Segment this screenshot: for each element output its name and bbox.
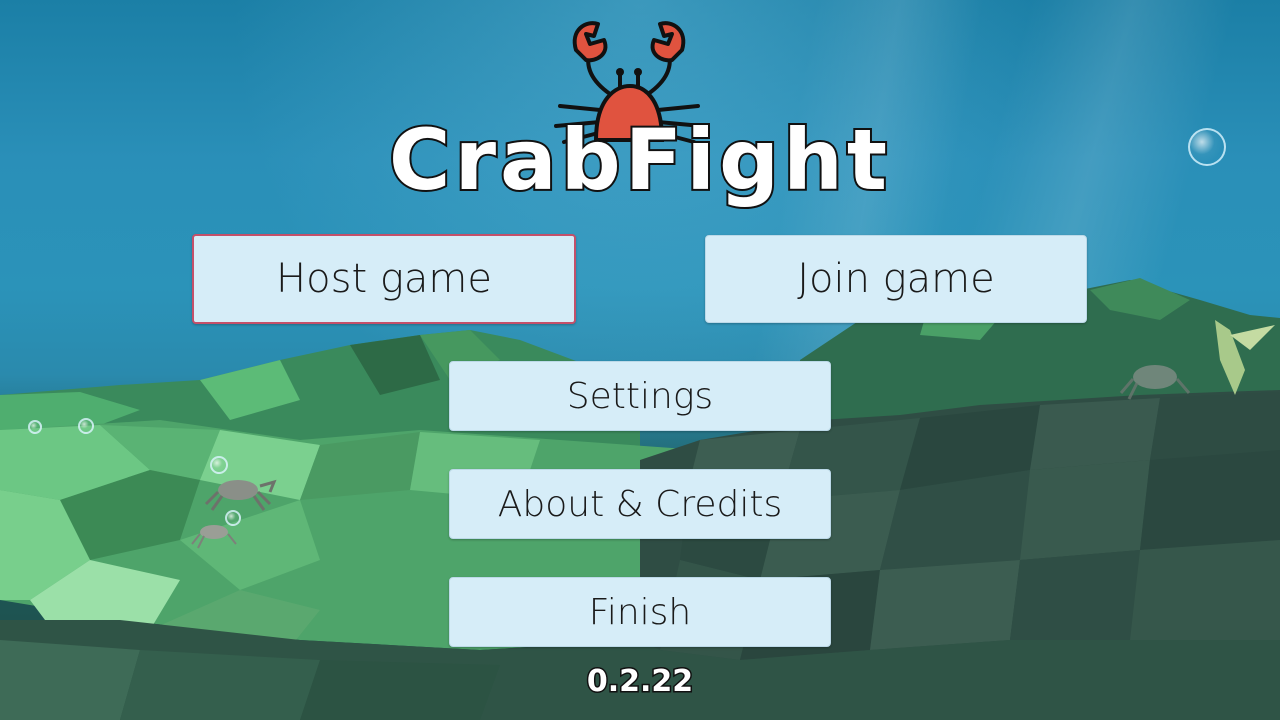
bubble-icon [78,418,94,434]
bubble-icon [210,456,228,474]
bubble-icon [28,420,42,434]
bubble-icon [225,510,241,526]
settings-button[interactable]: Settings [449,361,831,431]
game-title: CrabFight [387,109,892,211]
finish-button[interactable]: Finish [449,577,831,647]
join-game-button[interactable]: Join game [705,235,1087,323]
bubble-icon [1188,128,1226,166]
version-label: 0.2.22 [585,663,694,701]
crab-creature-icon [204,479,277,511]
about-credits-button[interactable]: About & Credits [449,469,831,539]
crab-creature-icon [1119,365,1191,400]
game-logo: CrabFight [380,10,900,220]
game-main-menu: CrabFight Host game Join game Settings A… [0,0,1280,720]
host-game-button[interactable]: Host game [192,234,576,324]
